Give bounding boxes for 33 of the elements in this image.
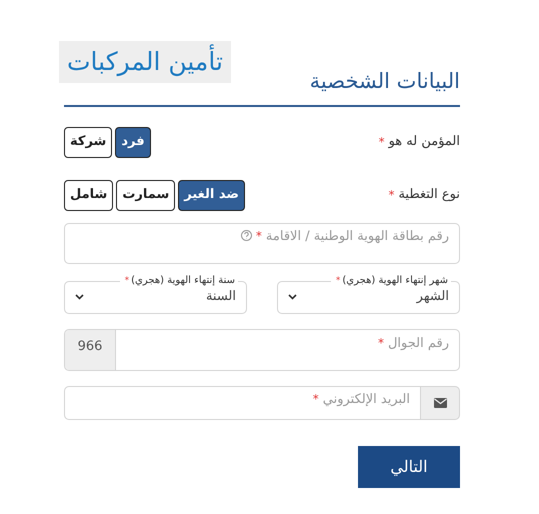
required-mark: * [336, 275, 340, 287]
option-toggle[interactable]: فرد [115, 126, 151, 158]
option-toggle[interactable]: سمارت [116, 180, 176, 210]
email-placeholder: البريد الإلكتروني [322, 391, 410, 409]
banner-title: تأمين المركبات [59, 41, 231, 83]
section-title: البيانات الشخصية [310, 68, 460, 94]
option-toggle[interactable]: ضد الغير [178, 180, 245, 210]
required-mark: * [378, 134, 385, 151]
email-field[interactable]: البريد الإلكتروني * [64, 386, 421, 420]
id-number-placeholder: رقم بطاقة الهوية الوطنية / الاقامة [266, 228, 449, 246]
select-value: الشهر [416, 288, 449, 306]
help-icon[interactable] [240, 230, 252, 241]
field-label: المؤمن له هو [388, 133, 460, 152]
required-mark: * [388, 187, 394, 204]
select-label: شهر إنتهاء الهوية (هجري) [342, 275, 448, 287]
required-mark: * [378, 335, 384, 352]
field-label: نوع التغطية [398, 186, 460, 204]
country-code: 966 [65, 330, 116, 370]
required-mark: * [124, 275, 130, 287]
select-value: السنة [206, 288, 236, 306]
chevron-down-icon [288, 294, 297, 300]
required-mark: * [312, 391, 319, 408]
id-number-field[interactable]: رقم بطاقة الهوية الوطنية / الاقامة * [64, 223, 460, 264]
option-toggle[interactable]: شامل [64, 180, 114, 210]
envelope-icon [434, 398, 446, 408]
select-field[interactable]: سنة إنتهاء الهوية (هجري) * السنة [64, 275, 247, 314]
next-button[interactable]: التالي [358, 446, 460, 488]
chevron-down-icon [75, 294, 84, 300]
required-mark: * [256, 228, 262, 245]
select-label: سنة إنتهاء الهوية (هجري) [131, 275, 235, 287]
select-field[interactable]: شهر إنتهاء الهوية (هجري) * الشهر [277, 275, 460, 314]
option-toggle[interactable]: شركة [64, 126, 112, 158]
phone-placeholder: رقم الجوال [388, 335, 449, 353]
